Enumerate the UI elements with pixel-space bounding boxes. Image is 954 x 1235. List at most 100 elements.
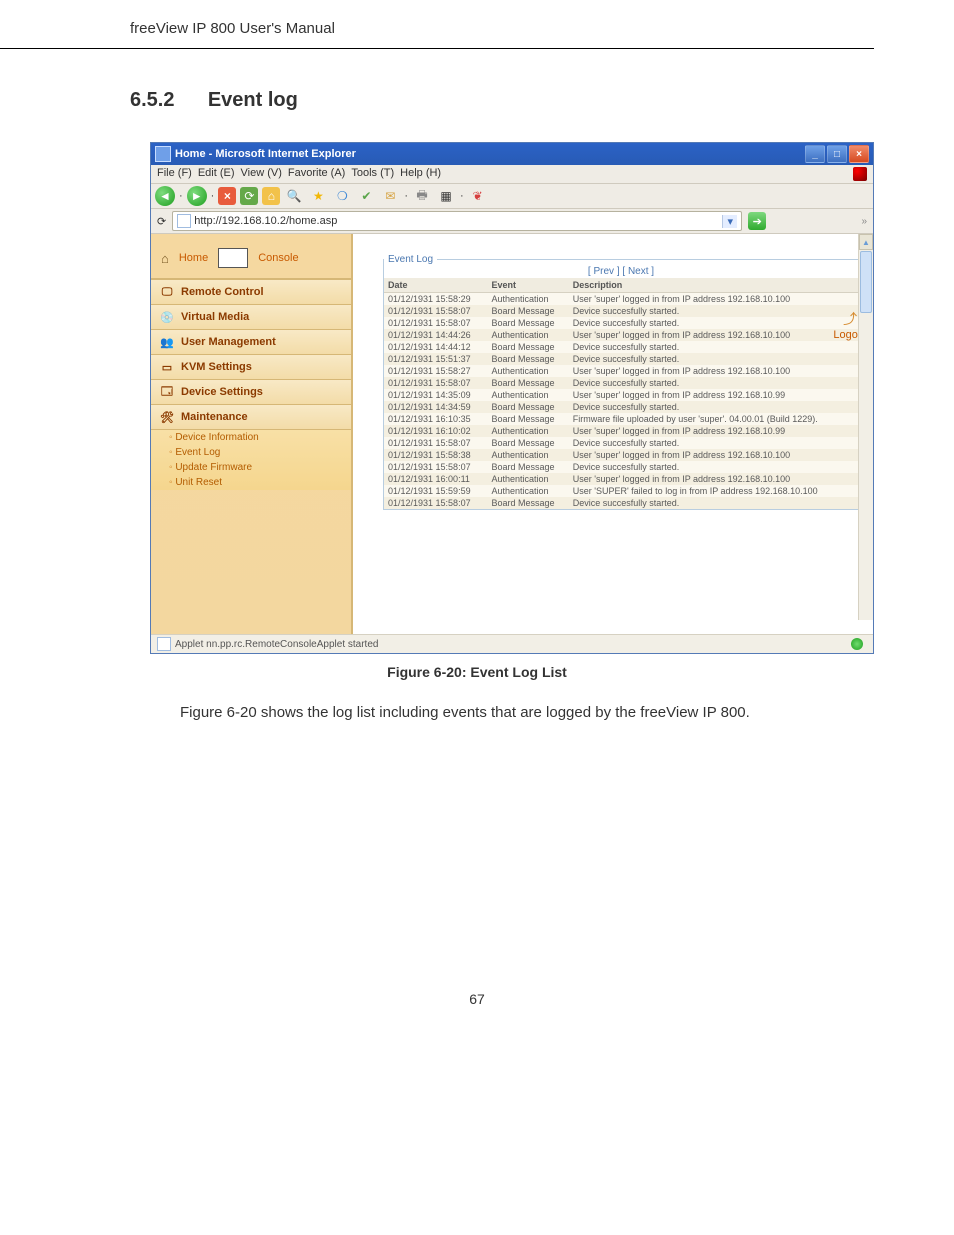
sidebar: ⌂ Home Console 🖵 Remote Control 💿 Virtua…: [151, 234, 352, 634]
cell-desc: Device succesfully started.: [569, 461, 858, 473]
messenger-button[interactable]: ❦: [468, 186, 488, 206]
scrollbar-vertical[interactable]: ▲: [858, 234, 873, 620]
print-button[interactable]: 🖶: [412, 186, 432, 206]
nav-maint-label: Maintenance: [181, 411, 248, 423]
app-icon: [155, 146, 171, 162]
nav-device-settings[interactable]: 🗔 Device Settings: [151, 380, 351, 405]
forward-button[interactable]: ►: [187, 186, 207, 206]
address-text: http://192.168.10.2/home.asp: [194, 215, 719, 227]
home-link[interactable]: Home: [179, 252, 208, 264]
stop-button[interactable]: ×: [218, 187, 236, 205]
cell-event: Authentication: [488, 449, 569, 461]
nav-virtual-media[interactable]: 💿 Virtual Media: [151, 305, 351, 330]
table-row: 01/12/1931 14:44:12Board MessageDevice s…: [384, 341, 858, 353]
nav-maintenance[interactable]: 🛠 Maintenance: [151, 405, 351, 430]
status-icon: [157, 637, 171, 651]
cell-date: 01/12/1931 15:58:29: [384, 293, 488, 306]
cell-date: 01/12/1931 14:44:12: [384, 341, 488, 353]
cell-event: Authentication: [488, 293, 569, 306]
table-row: 01/12/1931 15:58:07Board MessageDevice s…: [384, 377, 858, 389]
minimize-button[interactable]: _: [805, 145, 825, 163]
address-input[interactable]: http://192.168.10.2/home.asp ▾: [172, 211, 742, 231]
cell-date: 01/12/1931 15:58:07: [384, 497, 488, 509]
cell-desc: User 'super' logged in from IP address 1…: [569, 473, 858, 485]
history-button[interactable]: ❍: [332, 186, 352, 206]
table-row: 01/12/1931 15:58:07Board MessageDevice s…: [384, 305, 858, 317]
subnav-unit-reset[interactable]: Unit Reset: [151, 475, 351, 490]
nav-remote-label: Remote Control: [181, 286, 264, 298]
status-bar: Applet nn.pp.rc.RemoteConsoleApplet star…: [151, 634, 873, 653]
section-title: Event log: [208, 89, 298, 111]
home-icon[interactable]: ⌂: [161, 251, 169, 266]
kvm-icon: ▭: [159, 359, 175, 375]
table-row: 01/12/1931 15:58:07Board MessageDevice s…: [384, 461, 858, 473]
subnav-update-firmware[interactable]: Update Firmware: [151, 460, 351, 475]
menu-help[interactable]: Help (H): [400, 167, 441, 181]
cell-event: Board Message: [488, 413, 569, 425]
nav-remote-control[interactable]: 🖵 Remote Control: [151, 280, 351, 305]
main-content: ⤴ Logout Event Log [ Prev ] [ Next ] Dat…: [352, 234, 873, 634]
table-row: 01/12/1931 14:34:59Board MessageDevice s…: [384, 401, 858, 413]
go-button[interactable]: ➔: [748, 212, 766, 230]
table-row: 01/12/1931 14:35:09AuthenticationUser 's…: [384, 389, 858, 401]
cell-desc: Device succesfully started.: [569, 401, 858, 413]
mail-button[interactable]: ✉: [380, 186, 400, 206]
subnav-event-log[interactable]: Event Log: [151, 445, 351, 460]
cell-desc: User 'super' logged in from IP address 1…: [569, 389, 858, 401]
cell-desc: User 'super' logged in from IP address 1…: [569, 293, 858, 306]
table-row: 01/12/1931 15:58:07Board MessageDevice s…: [384, 317, 858, 329]
menu-favorite[interactable]: Favorite (A): [288, 167, 345, 181]
menu-edit[interactable]: Edit (E): [198, 167, 235, 181]
console-preview[interactable]: [218, 248, 248, 268]
console-link[interactable]: Console: [258, 252, 298, 264]
table-row: 01/12/1931 14:44:26AuthenticationUser 's…: [384, 329, 858, 341]
menu-file[interactable]: File (F): [157, 167, 192, 181]
figure-description: Figure 6-20 shows the log list including…: [0, 704, 954, 751]
favorites-button[interactable]: ★: [308, 186, 328, 206]
home-button[interactable]: ⌂: [262, 187, 280, 205]
cell-event: Board Message: [488, 305, 569, 317]
cell-desc: Device succesfully started.: [569, 497, 858, 509]
event-log-panel: Event Log [ Prev ] [ Next ] Date Event D…: [383, 254, 859, 510]
refresh-button[interactable]: ⟳: [240, 187, 258, 205]
next-link[interactable]: [ Next ]: [622, 266, 654, 277]
section-number: 6.5.2: [130, 89, 174, 111]
log-nav-links: [ Prev ] [ Next ]: [384, 265, 858, 278]
address-label-icon: ⟳: [157, 215, 166, 228]
back-button[interactable]: ◄: [155, 186, 175, 206]
scroll-up-button[interactable]: ▲: [859, 234, 873, 250]
prev-link[interactable]: [ Prev ]: [588, 266, 620, 277]
nav-user-management[interactable]: 👥 User Management: [151, 330, 351, 355]
cell-event: Authentication: [488, 365, 569, 377]
table-row: 01/12/1931 15:51:37Board MessageDevice s…: [384, 353, 858, 365]
cell-desc: User 'super' logged in from IP address 1…: [569, 425, 858, 437]
search-button[interactable]: 🔍: [284, 186, 304, 206]
users-icon: 👥: [159, 334, 175, 350]
maximize-button[interactable]: □: [827, 145, 847, 163]
table-row: 01/12/1931 15:58:07Board MessageDevice s…: [384, 437, 858, 449]
cell-desc: Device succesfully started.: [569, 341, 858, 353]
col-desc: Description: [569, 278, 858, 293]
cell-date: 01/12/1931 16:10:35: [384, 413, 488, 425]
cell-date: 01/12/1931 15:58:07: [384, 461, 488, 473]
table-row: 01/12/1931 15:58:29AuthenticationUser 's…: [384, 293, 858, 306]
cell-date: 01/12/1931 15:51:37: [384, 353, 488, 365]
close-button[interactable]: ×: [849, 145, 869, 163]
nav-kvm-settings[interactable]: ▭ KVM Settings: [151, 355, 351, 380]
address-dropdown[interactable]: ▾: [722, 215, 737, 228]
subnav-device-info[interactable]: Device Information: [151, 430, 351, 445]
page-icon: [177, 214, 191, 228]
address-bar: ⟳ http://192.168.10.2/home.asp ▾ ➔ »: [151, 209, 873, 234]
cell-desc: Firmware file uploaded by user 'super'. …: [569, 413, 858, 425]
menu-tools[interactable]: Tools (T): [351, 167, 394, 181]
menu-view[interactable]: View (V): [241, 167, 282, 181]
window-title: Home - Microsoft Internet Explorer: [175, 148, 356, 160]
edit-button[interactable]: ▦: [436, 186, 456, 206]
zone-icon: [851, 638, 863, 650]
media-button[interactable]: ✔: [356, 186, 376, 206]
cell-event: Board Message: [488, 377, 569, 389]
toolbar-overflow[interactable]: »: [861, 216, 867, 227]
cell-date: 01/12/1931 15:58:07: [384, 377, 488, 389]
cell-event: Board Message: [488, 353, 569, 365]
scroll-thumb[interactable]: [860, 251, 872, 313]
